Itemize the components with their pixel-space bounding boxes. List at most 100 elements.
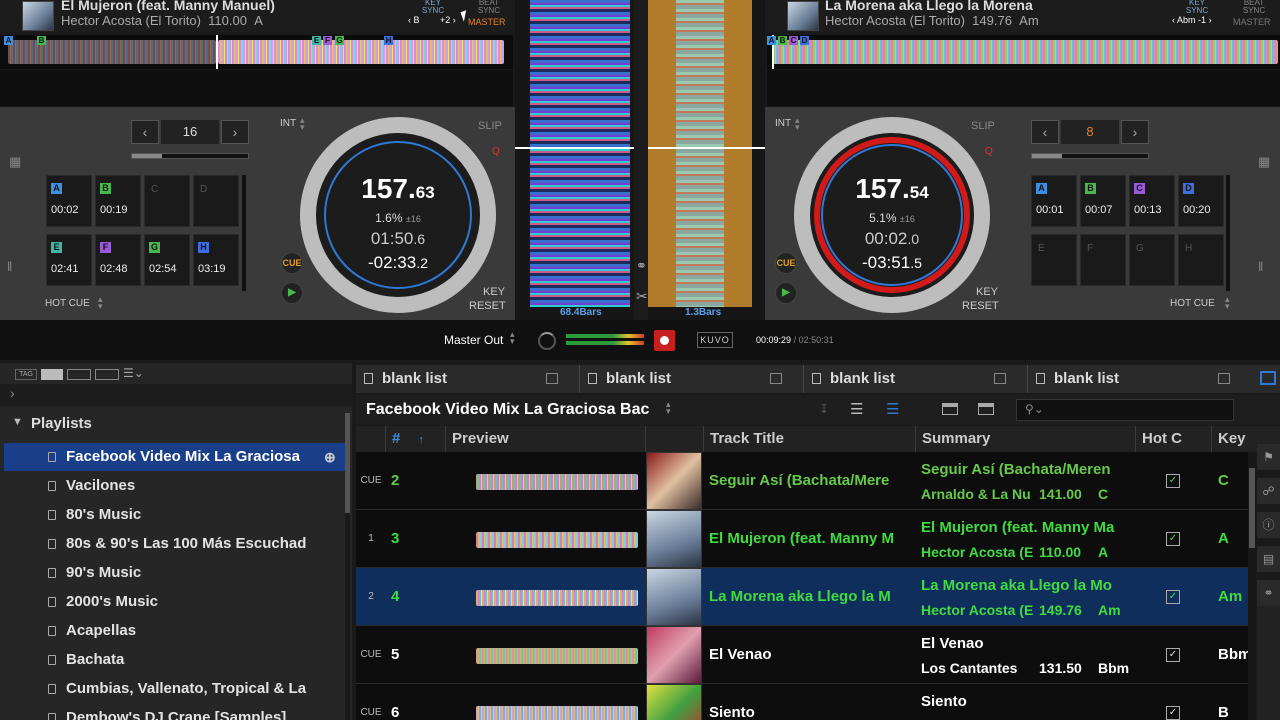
deck-2-loop-halve-button[interactable]: ‹: [1031, 120, 1059, 144]
deck-1-loop-halve-button[interactable]: ‹: [131, 120, 159, 144]
deck-1-slip-button[interactable]: SLIP: [478, 120, 502, 132]
sidebar-path-bar[interactable]: ›: [0, 384, 352, 406]
deck-2-key-display[interactable]: ‹ Abm -1 ›: [1172, 15, 1212, 25]
deck-1-pad-e[interactable]: E 02:41: [46, 234, 92, 286]
row-hotcue-autoload-checkbox[interactable]: ✓: [1166, 590, 1180, 604]
tag-button[interactable]: TAG: [15, 369, 37, 380]
tag-icon[interactable]: ⚑: [1257, 444, 1280, 470]
row-preview-waveform[interactable]: [446, 684, 644, 720]
deck-1-key-shift[interactable]: +2 ›: [440, 15, 456, 25]
download-icon[interactable]: ↧: [819, 402, 829, 416]
row-hotcue-autoload-checkbox[interactable]: ✓: [1166, 474, 1180, 488]
list-icon[interactable]: ▤: [1257, 546, 1280, 572]
record-button[interactable]: [654, 330, 675, 351]
add-to-playlist-icon[interactable]: ⊕: [324, 443, 336, 471]
deck-1-pad-c[interactable]: C: [144, 175, 190, 227]
deck-1-pad-g[interactable]: G 02:54: [144, 234, 190, 286]
deck-2-pad-d[interactable]: D 00:20: [1178, 175, 1224, 227]
deck-1-key-display[interactable]: ‹ B: [408, 15, 420, 25]
deck-1-play-button[interactable]: ▶: [281, 282, 303, 304]
deck-2-pad-g[interactable]: G: [1129, 234, 1175, 286]
deck-1-hot-cue-label[interactable]: HOT CUE: [45, 298, 90, 309]
info-icon[interactable]: ⓘ: [1257, 512, 1280, 538]
deck-2-hot-cue-label[interactable]: HOT CUE: [1170, 298, 1215, 309]
deck-2-pad-e[interactable]: E: [1031, 234, 1077, 286]
list-view-icon[interactable]: ☰: [850, 400, 863, 418]
deck-2-pad-f[interactable]: F: [1080, 234, 1126, 286]
row-preview-waveform[interactable]: [446, 452, 644, 510]
artwork-view-icon[interactable]: [942, 403, 958, 415]
deck-1-jog-wheel[interactable]: 157.63 1.6% ±16 01:50.6 -02:33.2: [300, 117, 496, 313]
deck-1-grid-icon[interactable]: ▦: [9, 154, 21, 170]
tab-list-view-icon[interactable]: [1260, 371, 1276, 385]
deck-2-pad-a[interactable]: A 00:01: [1031, 175, 1077, 227]
deck-2-cue-button[interactable]: CUE: [775, 252, 797, 274]
deck-1-pad-f[interactable]: F 02:48: [95, 234, 141, 286]
deck-2-play-button[interactable]: ▶: [775, 282, 797, 304]
col-artwork[interactable]: [646, 426, 704, 452]
deck-2-pad-scrollbar[interactable]: [1226, 175, 1230, 291]
tab-1-menu-icon[interactable]: [546, 373, 558, 384]
share-icon[interactable]: ☍: [1257, 478, 1280, 504]
deck-1-key-reset-label[interactable]: KEY: [483, 286, 505, 298]
sidebar-scrollbar[interactable]: [345, 413, 350, 720]
deck-1-loop-double-button[interactable]: ›: [221, 120, 249, 144]
deck-2-beat-sync-button[interactable]: BEAT SYNC: [1239, 0, 1269, 15]
col-key[interactable]: Key: [1212, 426, 1248, 452]
deck-1-side-icon[interactable]: ‖: [7, 259, 12, 274]
col-hot-cue[interactable]: Hot C: [1136, 426, 1212, 452]
playlist-item[interactable]: Vacilones: [4, 472, 345, 500]
deck-1-pad-d[interactable]: D: [193, 175, 239, 227]
deck-2-int-label[interactable]: INT: [775, 118, 791, 129]
deck-2-slip-button[interactable]: SLIP: [971, 120, 995, 132]
table-row[interactable]: CUE 5 El Venao El Venao Los Cantantes 131.50 B…: [356, 626, 1248, 684]
link-chain-icon[interactable]: ⚭: [1257, 580, 1280, 606]
deck-2-key-sync-button[interactable]: KEY SYNC: [1182, 0, 1212, 15]
master-out-label[interactable]: Master Out: [444, 333, 503, 347]
deck-1-key-sync-button[interactable]: KEY SYNC: [418, 0, 448, 15]
deck-2-overview-waveform[interactable]: A B C D: [767, 35, 1280, 69]
kuvo-button[interactable]: KUVO: [697, 332, 733, 348]
playlist-item[interactable]: 90's Music: [4, 559, 345, 587]
row-preview-waveform[interactable]: [446, 568, 644, 626]
tab-4-menu-icon[interactable]: [1218, 373, 1230, 384]
tab-2-menu-icon[interactable]: [770, 373, 782, 384]
deck-2-loop-double-button[interactable]: ›: [1121, 120, 1149, 144]
vertical-waveform-area[interactable]: ⚭ ✂ 68.4Bars 1.3Bars: [515, 0, 765, 320]
col-track-title[interactable]: Track Title: [704, 426, 916, 452]
deck-2-master-button[interactable]: MASTER: [1233, 17, 1271, 27]
deck-1-cue-button[interactable]: CUE: [281, 252, 303, 274]
split-view-icon[interactable]: [978, 403, 994, 415]
scissors-icon[interactable]: ✂: [636, 288, 648, 305]
col-preview[interactable]: Preview: [446, 426, 646, 452]
deck-2-pad-c[interactable]: C 00:13: [1129, 175, 1175, 227]
deck-1-overview-waveform[interactable]: A B E F G H: [0, 35, 513, 69]
row-preview-waveform[interactable]: [446, 626, 644, 684]
view-layout-2-button[interactable]: [67, 369, 91, 380]
col-number[interactable]: # ↑: [386, 426, 446, 452]
tab-1[interactable]: blank list: [356, 365, 580, 393]
deck-1-int-label[interactable]: INT: [280, 118, 296, 129]
deck-1-pad-scrollbar[interactable]: [242, 175, 246, 291]
playlist-item[interactable]: 80's Music: [4, 501, 345, 529]
deck-1-pad-h[interactable]: H 03:19: [193, 234, 239, 286]
link-icon[interactable]: ⚭: [636, 258, 647, 274]
track-list-scrollbar[interactable]: [1248, 452, 1256, 720]
tab-3-menu-icon[interactable]: [994, 373, 1006, 384]
playlists-collapse-icon[interactable]: ▼: [12, 416, 23, 428]
master-level-knob[interactable]: [538, 332, 556, 350]
deck-2-pad-b[interactable]: B 00:07: [1080, 175, 1126, 227]
table-row[interactable]: CUE 2 Seguir Así (Bachata/Mere Seguir Así (…: [356, 452, 1248, 510]
playlist-item[interactable]: Dembow's DJ Crane [Samples]: [4, 704, 345, 720]
deck-2-hot-cue-mode-arrows[interactable]: ▴ ▾: [1225, 295, 1230, 311]
playlist-item[interactable]: Bachata: [4, 646, 345, 674]
master-out-arrows[interactable]: ▴ ▾: [510, 330, 515, 346]
playlist-item[interactable]: Cumbias, Vallenato, Tropical & La: [4, 675, 345, 703]
deck-2-quantize-button[interactable]: Q: [985, 146, 993, 157]
deck-1-pad-b[interactable]: B 00:19: [95, 175, 141, 227]
playlist-sort-arrows[interactable]: ▴ ▾: [666, 400, 671, 416]
playlists-header[interactable]: Playlists: [31, 415, 92, 432]
row-hotcue-autoload-checkbox[interactable]: ✓: [1166, 648, 1180, 662]
search-input[interactable]: ⚲⌄: [1016, 399, 1234, 421]
deck-2-key-reset-label[interactable]: KEY: [976, 286, 998, 298]
